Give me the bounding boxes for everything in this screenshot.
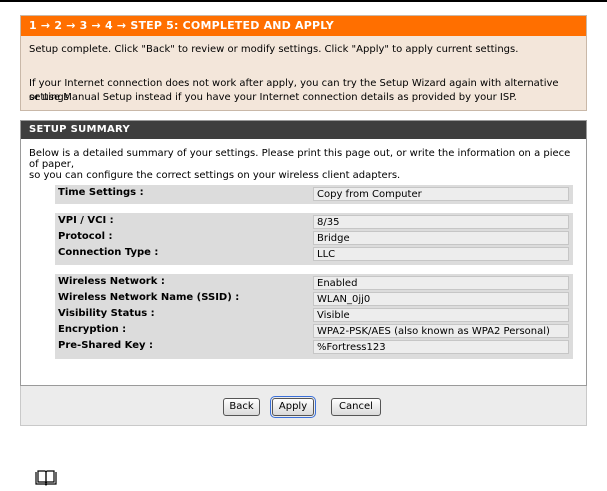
row-value: Copy from Computer [313, 187, 569, 201]
table-row: Encryption : WPA2-PSK/AES (also known as… [55, 323, 573, 339]
row-label: Time Settings : [58, 187, 144, 198]
row-label: Encryption : [58, 324, 127, 335]
step-panel: 1 → 2 → 3 → 4 → STEP 5: COMPLETED AND AP… [20, 15, 587, 111]
row-label: Connection Type : [58, 247, 159, 258]
row-value: WLAN_0jj0 [313, 292, 569, 306]
row-value: Visible [313, 308, 569, 322]
setup-summary-panel: SETUP SUMMARY Below is a detailed summar… [20, 120, 587, 386]
step-header: 1 → 2 → 3 → 4 → STEP 5: COMPLETED AND AP… [21, 16, 586, 36]
summary-desc-line-1: Below is a detailed summary of your sett… [29, 148, 571, 170]
summary-desc-line-2: so you can configure the correct setting… [29, 170, 401, 181]
row-value: Bridge [313, 231, 569, 245]
row-label: Wireless Network Name (SSID) : [58, 292, 240, 303]
button-bar: Back Apply Cancel [20, 386, 587, 426]
row-value: Enabled [313, 276, 569, 290]
table-row: Visibility Status : Visible [55, 307, 573, 323]
wireless-settings-table: Wireless Network : Enabled Wireless Netw… [55, 274, 573, 359]
summary-description: Below is a detailed summary of your sett… [29, 148, 579, 181]
table-row: Wireless Network Name (SSID) : WLAN_0jj0 [55, 291, 573, 307]
table-row: Protocol : Bridge [55, 230, 573, 246]
table-row: Wireless Network : Enabled [55, 275, 573, 291]
time-settings-table: Time Settings : Copy from Computer [55, 185, 573, 204]
row-label: Visibility Status : [58, 308, 155, 319]
row-label: Protocol : [58, 231, 113, 242]
row-value: 8/35 [313, 215, 569, 229]
book-icon [35, 470, 57, 486]
setup-complete-text: Setup complete. Click "Back" to review o… [29, 44, 519, 55]
connection-help-text-2: or use Manual Setup instead if you have … [29, 92, 517, 103]
wan-settings-table: VPI / VCI : 8/35 Protocol : Bridge Conne… [55, 213, 573, 265]
row-label: VPI / VCI : [58, 215, 114, 226]
back-button[interactable]: Back [223, 398, 260, 416]
table-row: VPI / VCI : 8/35 [55, 214, 573, 230]
summary-header: SETUP SUMMARY [21, 121, 586, 139]
row-value: LLC [313, 247, 569, 261]
cancel-button[interactable]: Cancel [331, 398, 381, 416]
row-value: WPA2-PSK/AES (also known as WPA2 Persona… [313, 324, 569, 338]
apply-button[interactable]: Apply [270, 396, 316, 418]
row-label: Wireless Network : [58, 276, 165, 287]
row-label: Pre-Shared Key : [58, 340, 153, 351]
table-row: Pre-Shared Key : %Fortress123 [55, 339, 573, 355]
row-value: %Fortress123 [313, 340, 569, 354]
table-row: Connection Type : LLC [55, 246, 573, 262]
top-rule [0, 0, 607, 2]
table-row: Time Settings : Copy from Computer [55, 186, 573, 202]
